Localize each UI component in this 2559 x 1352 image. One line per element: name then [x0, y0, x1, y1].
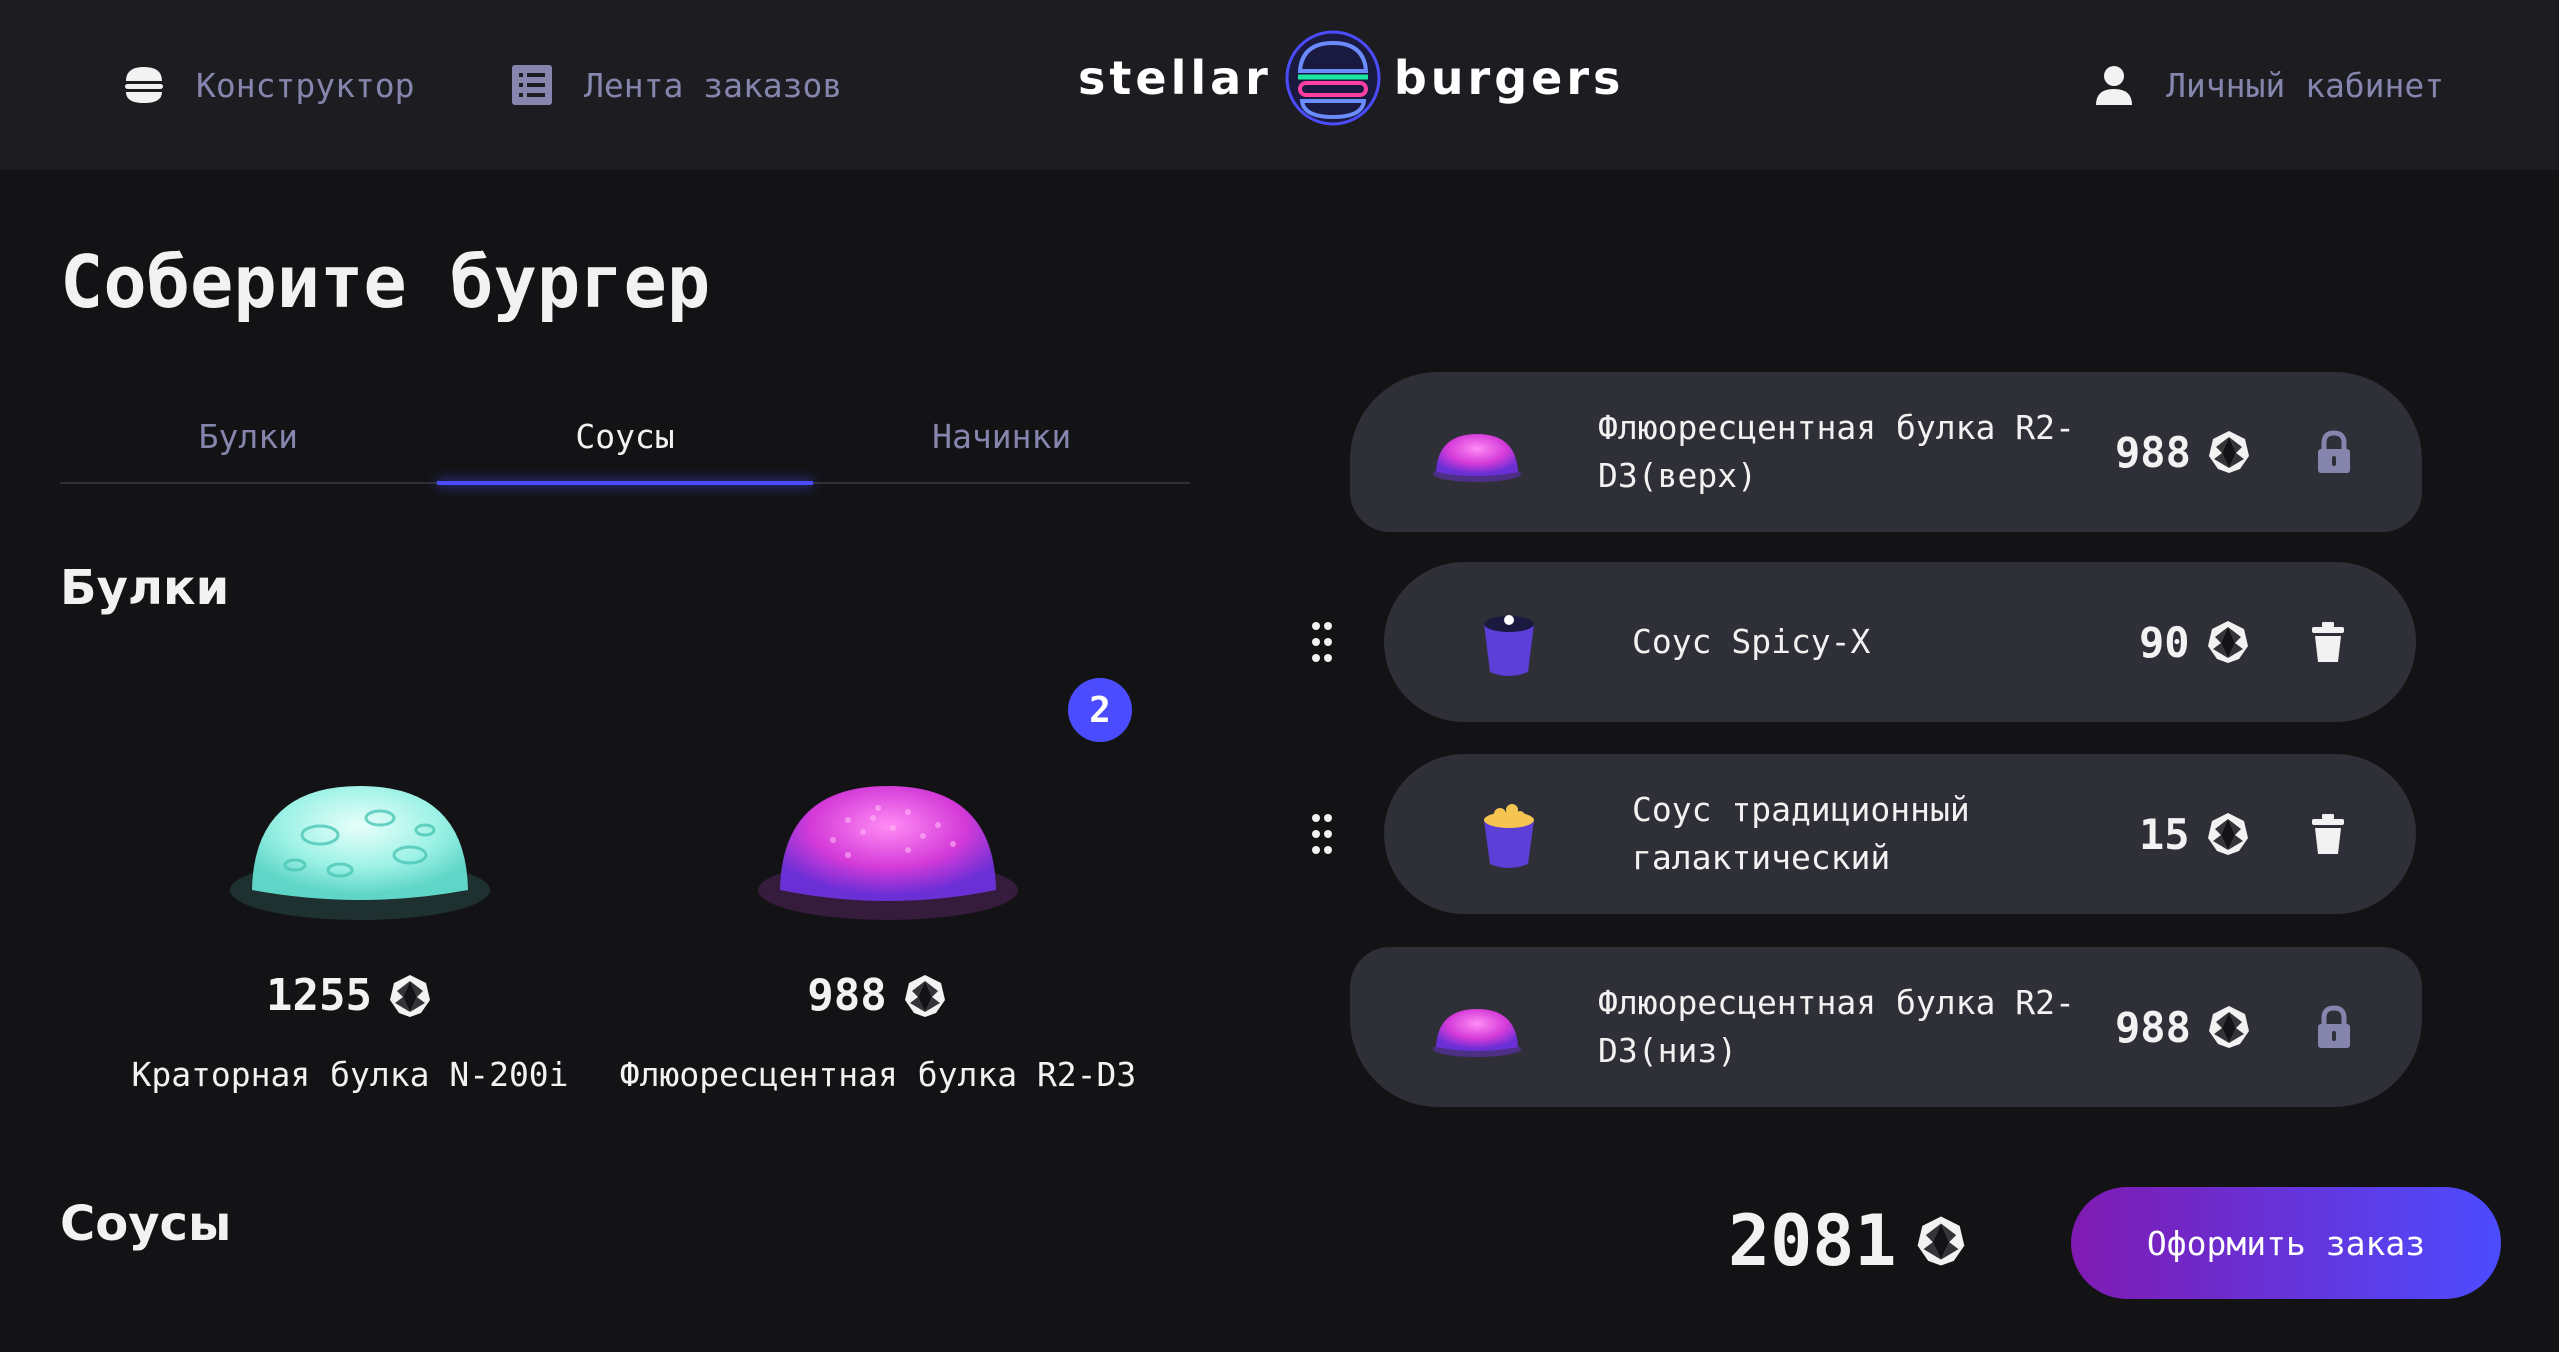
- constructor-item[interactable]: Соус Spicy-X 90: [1384, 562, 2416, 722]
- lock-icon: [2310, 428, 2358, 476]
- currency-icon: [2204, 810, 2252, 858]
- price: 15: [2139, 810, 2252, 859]
- drag-icon[interactable]: [1298, 810, 1346, 858]
- ingredient-name: Флюоресцентная булка R2-D3: [619, 1055, 1137, 1094]
- price-value: 15: [2139, 809, 2190, 859]
- counter-badge: 2: [1068, 678, 1132, 742]
- currency-icon: [901, 972, 949, 1020]
- crater-bun-image: [230, 786, 490, 920]
- constructor-bun-top[interactable]: Флюоресцентная булка R2-D3(верх) 988: [1350, 372, 2422, 532]
- nav-feed-label: Лента заказов: [584, 65, 843, 105]
- sauce-thumbnail: [1484, 804, 1534, 868]
- delete-icon[interactable]: [2304, 810, 2352, 858]
- fluorescent-bun-image: [758, 786, 1018, 920]
- logo-text-left: stellar: [1078, 51, 1272, 105]
- place-order-button[interactable]: Оформить заказ: [2071, 1187, 2501, 1299]
- logo[interactable]: stellar burgers: [1078, 28, 1660, 128]
- constructor-bun-bottom[interactable]: Флюоресцентная булка R2-D3(низ) 988: [1350, 947, 2422, 1107]
- tab-sauces[interactable]: Соусы: [436, 390, 814, 485]
- constructor-item-name: Соус традиционный галактический: [1632, 790, 1970, 877]
- currency-icon: [1913, 1213, 1969, 1269]
- app-header: Конструктор Лента заказов stellar burger…: [0, 0, 2559, 170]
- section-title-buns: Булки: [60, 560, 230, 616]
- ingredient-card[interactable]: 1255 Краторная булка N-200i: [110, 660, 590, 1160]
- price-value: 90: [2139, 617, 2190, 667]
- price: 1255: [110, 970, 590, 1021]
- page-title: Соберите бургер: [60, 240, 711, 324]
- constructor-item-name: Соус Spicy-X: [1632, 622, 1871, 661]
- ingredient-name: Краторная булка N-200i: [131, 1055, 569, 1094]
- currency-icon: [2205, 1003, 2253, 1051]
- price: 988: [638, 970, 1118, 1021]
- total-value: 2081: [1728, 1200, 1897, 1282]
- sauce-thumbnail: [1484, 615, 1534, 676]
- bun-thumbnail: [1433, 434, 1521, 482]
- price-value: 1255: [266, 970, 372, 1021]
- ingredient-card[interactable]: 988 Флюоресцентная булка R2-D3: [620, 660, 1136, 1160]
- tab-fillings[interactable]: Начинки: [813, 390, 1190, 482]
- constructor-item[interactable]: Соус традиционный галактический 15: [1384, 754, 2416, 914]
- ingredient-tabs: Булки Соусы Начинки: [60, 390, 1190, 485]
- total-price: 2081: [1728, 1200, 1969, 1282]
- logo-text-right: burgers: [1393, 51, 1625, 105]
- nav-feed[interactable]: Лента заказов: [508, 55, 842, 115]
- price-value: 988: [2115, 427, 2191, 477]
- nav-account[interactable]: Личный кабинет: [2090, 55, 2444, 115]
- price-value: 988: [2115, 1002, 2191, 1052]
- profile-icon: [2090, 61, 2138, 109]
- constructor-item-name: Флюоресцентная булка R2-D3(верх): [1598, 408, 2075, 495]
- delete-icon[interactable]: [2304, 618, 2352, 666]
- constructor-item-name: Флюоресцентная булка R2-D3(низ): [1598, 983, 2075, 1070]
- price: 988: [2115, 428, 2253, 477]
- price: 988: [2115, 1003, 2253, 1052]
- price: 90: [2139, 618, 2252, 667]
- drag-icon[interactable]: [1298, 618, 1346, 666]
- nav-constructor-label: Конструктор: [196, 65, 415, 105]
- currency-icon: [386, 972, 434, 1020]
- currency-icon: [2204, 618, 2252, 666]
- section-title-sauces: Соусы: [60, 1196, 232, 1252]
- currency-icon: [2205, 428, 2253, 476]
- logo-burger-icon: [1285, 30, 1381, 126]
- nav-account-label: Личный кабинет: [2166, 65, 2445, 105]
- list-icon: [508, 61, 556, 109]
- nav-constructor[interactable]: Конструктор: [120, 55, 415, 115]
- bun-thumbnail: [1433, 1009, 1521, 1057]
- lock-icon: [2310, 1003, 2358, 1051]
- burger-icon: [120, 61, 168, 109]
- price-value: 988: [807, 970, 887, 1021]
- tab-buns[interactable]: Булки: [60, 390, 437, 482]
